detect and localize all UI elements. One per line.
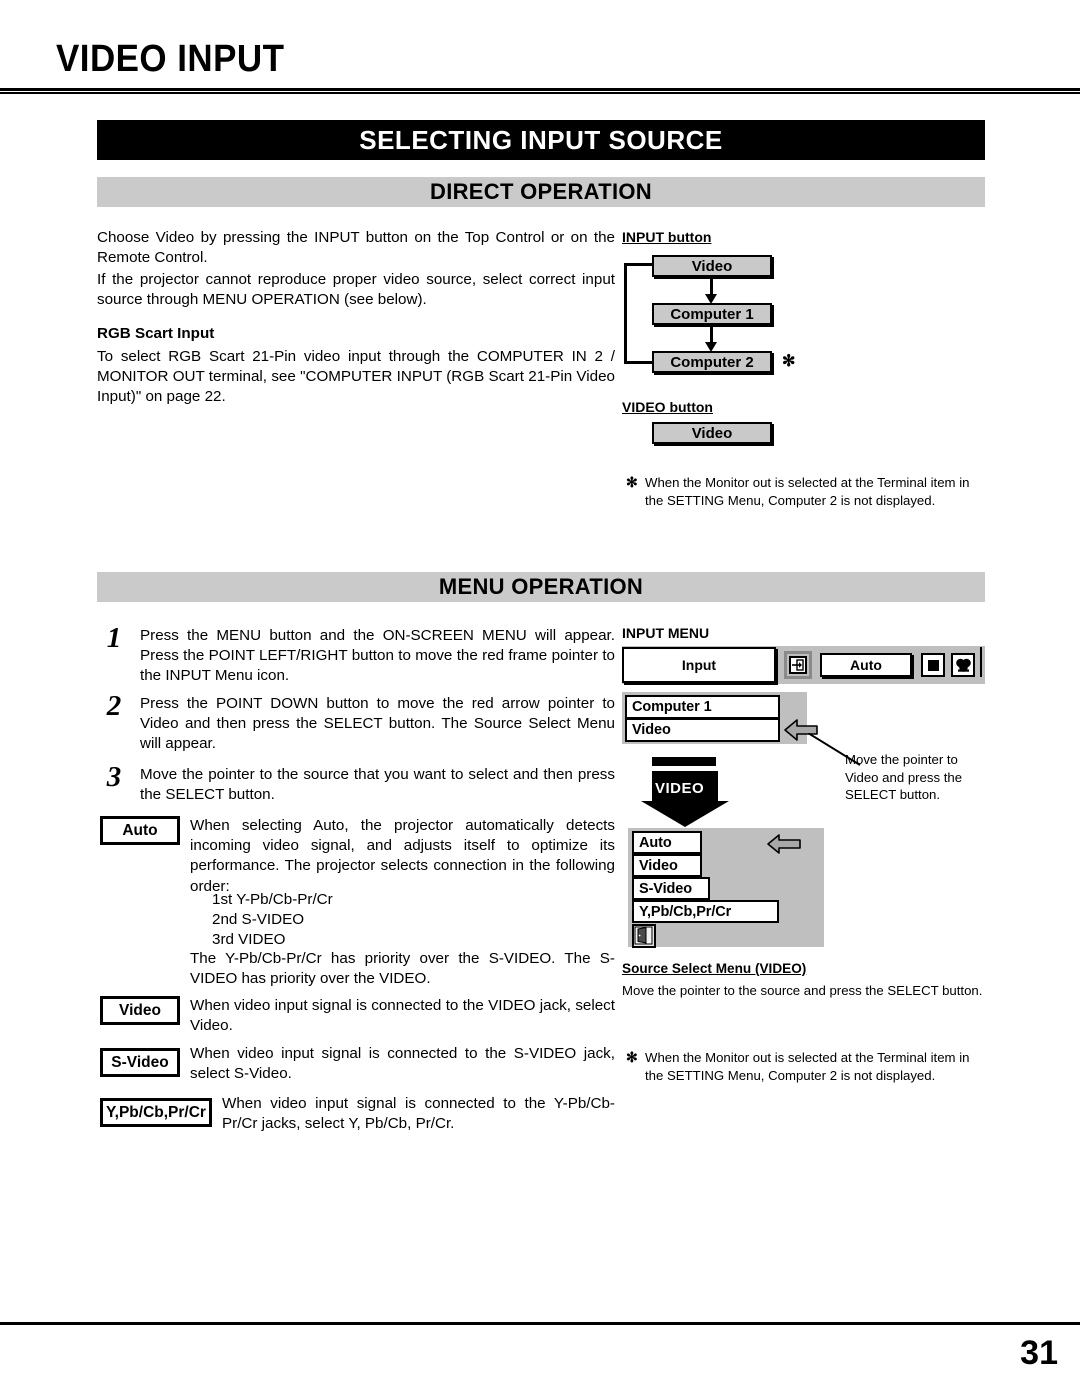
source-desc-auto: When selecting Auto, the projector autom…: [190, 817, 615, 895]
input-flow-item-computer-1: Computer 1: [652, 303, 772, 325]
step-number-2: 2: [106, 690, 122, 722]
input-flow-item-computer-1-label: Computer 1: [670, 305, 754, 323]
osd-auto-label: Auto: [850, 657, 882, 673]
source-select-item-video-label: Video: [639, 857, 678, 874]
source-select-item-auto[interactable]: Auto: [632, 831, 702, 854]
step-text-2: Press the POINT DOWN button to move the …: [140, 695, 615, 753]
source-select-item-s-video-label: S-Video: [639, 880, 693, 897]
video-flow-item-video-label: Video: [691, 424, 733, 442]
source-label-ypbpr-text: Y,Pb/Cb,Pr/Cr: [106, 1103, 206, 1121]
section-title-selecting-input-source: SELECTING INPUT SOURCE: [97, 120, 985, 160]
exit-door-icon-glyph: [634, 926, 653, 945]
osd-list-item-computer-1-label: Computer 1: [632, 699, 712, 715]
source-auto-order-3: 3rd VIDEO: [212, 931, 286, 948]
source-select-caption-body: Move the pointer to the source and press…: [622, 983, 983, 998]
page-number: 31: [1020, 1334, 1058, 1372]
source-select-item-ypbpr[interactable]: Y,Pb/Cb,Pr/Cr: [632, 900, 779, 923]
source-label-auto-text: Auto: [122, 821, 158, 839]
source-auto-order-2: 2nd S-VIDEO: [212, 911, 305, 928]
screen-icon[interactable]: [921, 653, 945, 677]
step-text-1: Press the MENU button and the ON-SCREEN …: [140, 627, 615, 685]
step-number-1: 1: [106, 622, 122, 654]
rgb-scart-body: To select RGB Scart 21-Pin video input t…: [97, 348, 615, 406]
source-desc-video: When video input signal is connected to …: [190, 997, 615, 1035]
osd-list-item-video-label: Video: [632, 722, 671, 738]
callout-text-video: Move the pointer to Video and press the …: [845, 752, 963, 803]
input-flow-item-computer-2: Computer 2: [652, 351, 772, 373]
direct-intro-paragraph-2: If the projector cannot reproduce proper…: [97, 271, 615, 309]
screen-icon-glyph: [927, 659, 939, 671]
rgb-scart-heading: RGB Scart Input: [97, 325, 215, 342]
input-icon-glyph: [792, 659, 804, 671]
footer-divider: [0, 1322, 1080, 1325]
osd-list-item-video[interactable]: Video: [625, 718, 780, 742]
footnote-bottom-text: When the Monitor out is selected at the …: [645, 1050, 970, 1083]
source-select-item-video[interactable]: Video: [632, 854, 702, 877]
footnote-top-mark: ✻: [626, 474, 638, 490]
footnote-top-text: When the Monitor out is selected at the …: [645, 475, 970, 508]
source-label-s-video: S-Video: [100, 1048, 180, 1077]
source-auto-priority-note: The Y-Pb/Cb-Pr/Cr has priority over the …: [190, 950, 615, 988]
source-select-item-ypbpr-label: Y,Pb/Cb,Pr/Cr: [639, 903, 732, 920]
osd-tab-input-label: Input: [681, 657, 717, 673]
pointer-arrow-to-auto: [767, 834, 801, 854]
source-label-ypbpr: Y,Pb/Cb,Pr/Cr: [100, 1098, 212, 1127]
input-icon: [789, 656, 807, 674]
source-label-video: Video: [100, 996, 180, 1025]
page-title: VIDEO INPUT: [56, 38, 285, 80]
section-title-direct-operation: DIRECT OPERATION: [97, 177, 985, 207]
osd-auto-field[interactable]: Auto: [820, 653, 912, 677]
source-label-s-video-text: S-Video: [111, 1053, 169, 1071]
osd-tab-input[interactable]: Input: [622, 647, 776, 683]
exit-door-icon[interactable]: [632, 924, 656, 948]
source-label-auto: Auto: [100, 816, 180, 845]
color-icon[interactable]: [951, 653, 975, 677]
osd-list-item-computer-1[interactable]: Computer 1: [625, 695, 780, 719]
video-arrow-label: VIDEO: [655, 780, 705, 797]
source-auto-order-1: 1st Y-Pb/Cb-Pr/Cr: [212, 891, 333, 908]
osd-bar-edge-divider: [980, 647, 987, 677]
direct-intro-paragraph-1: Choose Video by pressing the INPUT butto…: [97, 229, 615, 267]
computer-2-asterisk: ✻: [782, 353, 796, 370]
source-select-item-s-video[interactable]: S-Video: [632, 877, 710, 900]
video-arrow-cap: [652, 757, 716, 766]
section-title-menu-operation: MENU OPERATION: [97, 572, 985, 602]
source-select-caption-title: Source Select Menu (VIDEO): [622, 961, 807, 976]
source-label-video-text: Video: [119, 1001, 161, 1019]
input-button-diagram-title: INPUT button: [622, 229, 712, 245]
video-flow-item-video: Video: [652, 422, 772, 444]
source-desc-s-video: When video input signal is connected to …: [190, 1045, 615, 1083]
input-flow-item-computer-2-label: Computer 2: [670, 353, 754, 371]
input-flow-item-video-label: Video: [691, 257, 733, 275]
step-number-3: 3: [106, 761, 122, 793]
step-text-3: Move the pointer to the source that you …: [140, 766, 615, 804]
footnote-bottom-mark: ✻: [626, 1049, 638, 1065]
input-flow-item-video: Video: [652, 255, 772, 277]
video-button-diagram-title: VIDEO button: [622, 399, 713, 415]
source-select-item-auto-label: Auto: [639, 834, 672, 851]
color-icon-glyph: [955, 658, 971, 672]
flow-loop-vertical-line: [624, 263, 627, 364]
input-menu-osd-title: INPUT MENU: [622, 625, 710, 641]
osd-input-icon-selection-frame[interactable]: [784, 651, 812, 679]
header-divider: [0, 88, 1080, 94]
source-desc-ypbpr: When video input signal is connected to …: [222, 1095, 615, 1133]
